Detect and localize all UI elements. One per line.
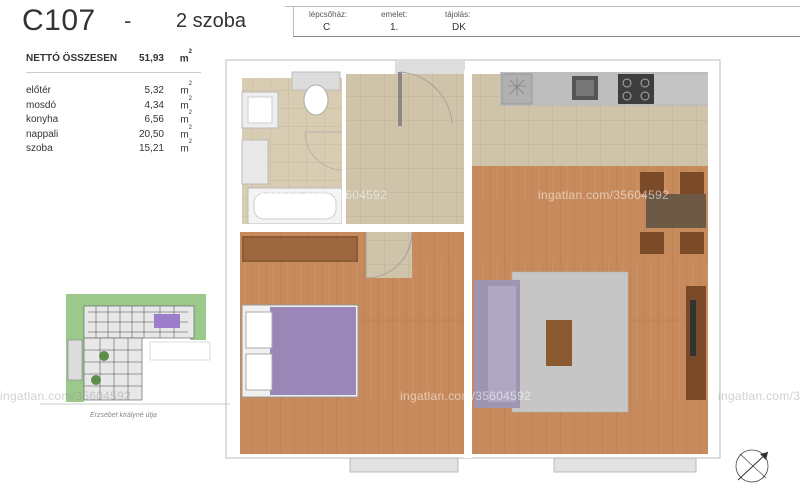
entrance-door [398, 72, 402, 126]
floor-plan [40, 59, 769, 483]
watermark: ingatlan.com/35604592 [0, 389, 132, 403]
toilet [303, 84, 329, 116]
chair [640, 232, 664, 254]
street-label: Erzsébet királyné útja [90, 412, 157, 419]
stove [618, 74, 654, 104]
pillow [245, 353, 273, 391]
chair [680, 232, 704, 254]
living-room-window [553, 457, 697, 473]
pillow [245, 311, 273, 349]
watermark: ingatlan.com/35604592 [256, 188, 388, 202]
chair [680, 172, 704, 194]
watermark: ingatlan.com/35604592 [538, 188, 670, 202]
washing-machine [241, 139, 269, 185]
tv [690, 300, 696, 356]
site-map [40, 290, 230, 405]
site-apartment-highlight [154, 314, 180, 328]
bed [270, 307, 356, 395]
watermark: ingatlan.com/35604592 [718, 389, 800, 403]
entrance-door-frame [395, 60, 465, 74]
coffee-table [546, 320, 572, 366]
watermark: ingatlan.com/35604592 [400, 389, 532, 403]
bedroom-window [349, 457, 459, 473]
